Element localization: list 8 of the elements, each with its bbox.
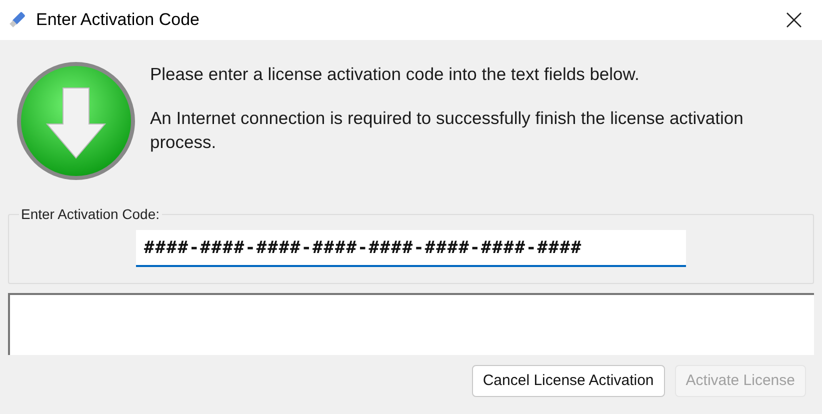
action-button[interactable]: Cancel License Activation — [472, 365, 665, 397]
connection-note: An Internet connection is required to successfully finish the license activation process. — [150, 107, 744, 154]
instruction-text: Please enter a license activation code into the text fields below. — [150, 63, 640, 86]
close-icon — [786, 12, 802, 28]
usb-stick-icon — [8, 10, 26, 30]
activation-code-field[interactable]: ####-####-####-####-####-####-####-#### — [136, 230, 686, 267]
window-title: Enter Activation Code — [36, 9, 200, 32]
group-label: Enter Activation Code: — [20, 205, 161, 224]
